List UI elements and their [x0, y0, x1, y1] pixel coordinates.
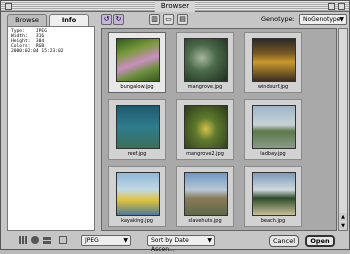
scroll-down-arrow-icon[interactable]: ▼: [339, 222, 347, 230]
collapse-box-icon[interactable]: [338, 3, 345, 10]
thumbnail-filename: windsurf.jpg: [257, 84, 289, 90]
mangrove2-image: [184, 105, 228, 149]
tab-info[interactable]: Info: [49, 14, 89, 26]
chevron-down-icon: ▼: [123, 237, 128, 244]
ladbay-image: [252, 105, 296, 149]
large-grid-view-icon[interactable]: [43, 236, 51, 244]
small-grid-view-icon[interactable]: [19, 236, 27, 244]
window-title: Browser: [154, 1, 196, 12]
thumbnail-filename: bungalow.jpg: [120, 84, 154, 90]
thumbnail-filename: reef.jpg: [127, 151, 147, 157]
chevron-down-icon: ▼: [339, 16, 344, 23]
windsurf-image: [252, 38, 296, 82]
browser-window: Browser Browse Info Type: JPEG Width: 31…: [0, 0, 350, 253]
thumbnail-item[interactable]: mangrove2.jpg: [176, 99, 234, 160]
format-value: JPEG: [85, 237, 99, 244]
info-panel: Type: JPEG Width: 316 Height: 304 Colors…: [7, 26, 95, 231]
trash-icon[interactable]: ▥: [149, 14, 160, 25]
rotate-right-icon[interactable]: ↻: [113, 14, 124, 25]
thumbnail-item[interactable]: kayaking.jpg: [108, 166, 166, 227]
thumbnail-filename: ladbay.jpg: [260, 151, 286, 157]
rotate-left-icon[interactable]: ↺: [101, 14, 112, 25]
zoom-box-icon[interactable]: [328, 3, 335, 10]
genotype-select[interactable]: NoGenotype ▼: [299, 14, 347, 25]
thumbnail-item[interactable]: ladbay.jpg: [244, 99, 302, 160]
folder-icon[interactable]: ▭: [163, 14, 174, 25]
scroll-up-arrow-icon[interactable]: ▲: [339, 213, 347, 221]
thumbnail-grid: bungalow.jpg mangrove.jpg windsurf.jpg r…: [101, 28, 337, 231]
slavehuts-image: [184, 172, 228, 216]
thumbnail-item[interactable]: mangrove.jpg: [176, 32, 234, 93]
genotype-value: NoGenotype: [303, 16, 341, 23]
reef-image: [116, 105, 160, 149]
list-view-icon[interactable]: [59, 236, 67, 244]
close-box-icon[interactable]: [5, 3, 12, 10]
medium-view-icon[interactable]: [31, 236, 39, 244]
bottom-bar: JPEG ▼ Sort by Date Ascen... ▼ Cancel Op…: [1, 233, 349, 253]
tab-browse[interactable]: Browse: [7, 14, 47, 26]
thumbnail-item[interactable]: windsurf.jpg: [244, 32, 302, 93]
vertical-scrollbar[interactable]: ▲ ▼: [338, 28, 348, 231]
kayaking-image: [116, 172, 160, 216]
mangrove-image: [184, 38, 228, 82]
thumbnail-item[interactable]: slavehuts.jpg: [176, 166, 234, 227]
thumbnail-item[interactable]: beach.jpg: [244, 166, 302, 227]
info-date: 2000:02:04 15:23:02: [11, 49, 64, 54]
thumbnail-item[interactable]: bungalow.jpg: [108, 32, 166, 93]
thumbnail-filename: slavehuts.jpg: [188, 218, 222, 224]
thumbnail-filename: mangrove.jpg: [187, 84, 223, 90]
thumbnail-item[interactable]: reef.jpg: [108, 99, 166, 160]
sort-value: Sort by Date Ascen...: [151, 237, 189, 253]
open-button[interactable]: Open: [305, 235, 335, 247]
genotype-label: Genotype:: [261, 15, 295, 23]
sort-select[interactable]: Sort by Date Ascen... ▼: [147, 235, 215, 253]
toolbar: ↺ ↻ ▥ ▭ ▤ Genotype: NoGenotype ▼: [101, 14, 347, 26]
thumbnail-filename: beach.jpg: [260, 218, 286, 224]
format-select[interactable]: JPEG ▼: [81, 235, 131, 246]
thumbnail-filename: mangrove2.jpg: [186, 151, 224, 157]
beach-image: [252, 172, 296, 216]
cancel-button[interactable]: Cancel: [269, 235, 299, 247]
chevron-down-icon: ▼: [207, 237, 212, 244]
bungalow-image: [116, 38, 160, 82]
title-bar[interactable]: Browser: [1, 1, 349, 12]
print-icon[interactable]: ▤: [177, 14, 188, 25]
thumbnail-filename: kayaking.jpg: [121, 218, 153, 224]
